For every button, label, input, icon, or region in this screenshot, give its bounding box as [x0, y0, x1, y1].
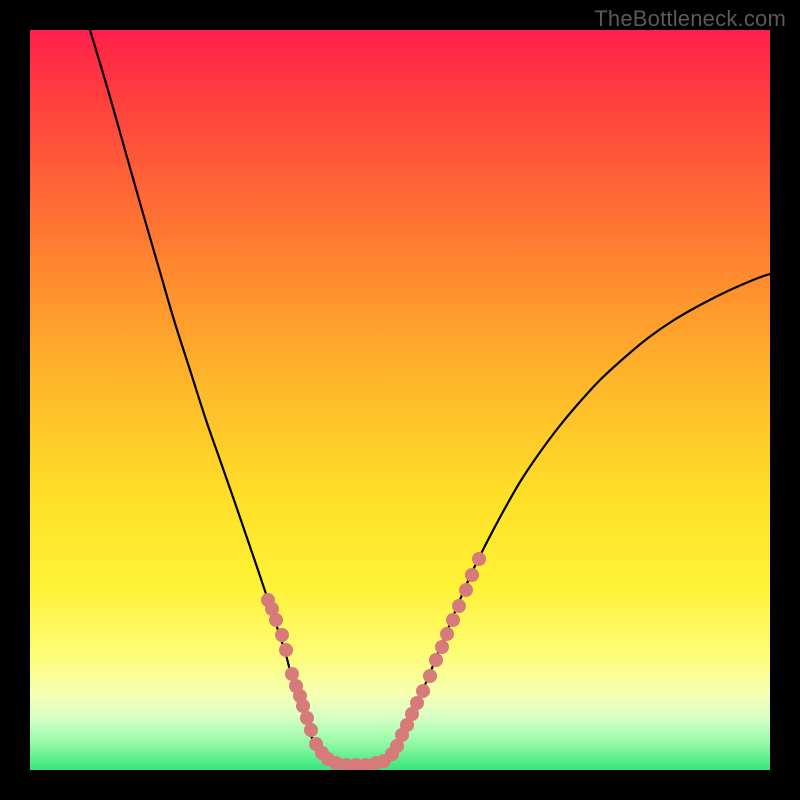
chart-stage: TheBottleneck.com — [0, 0, 800, 800]
plot-area — [30, 30, 770, 770]
watermark-text: TheBottleneck.com — [594, 6, 786, 32]
curve-path — [90, 30, 770, 765]
curve-layer — [30, 30, 770, 770]
